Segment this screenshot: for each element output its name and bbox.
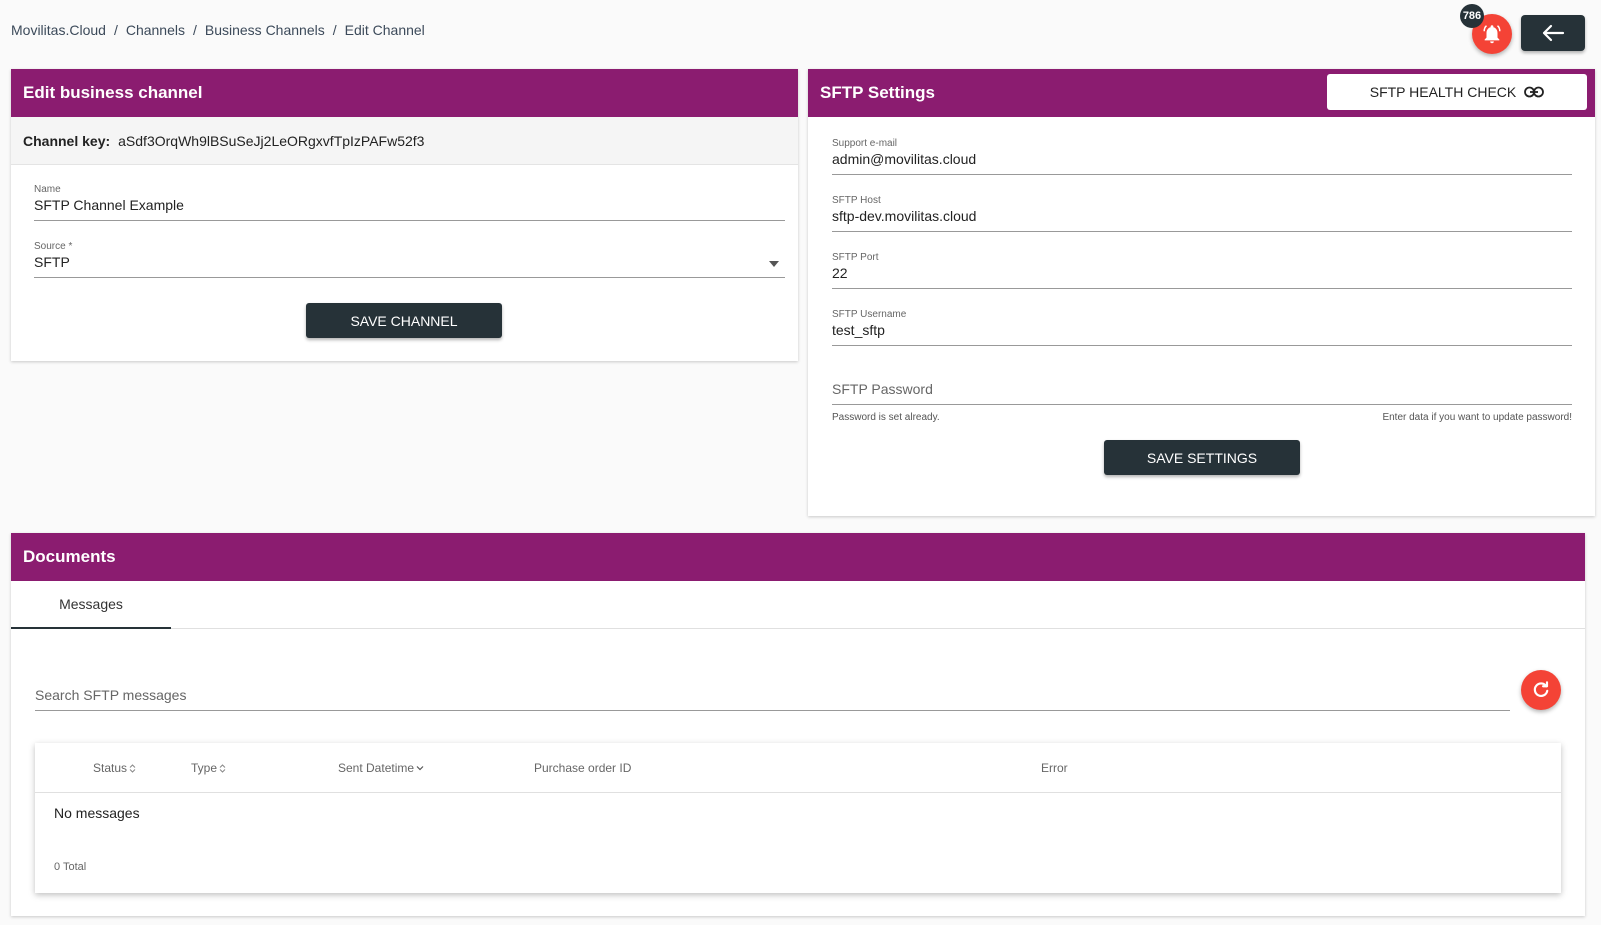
sort-both-icon	[129, 763, 136, 773]
channel-key-label: Channel key:	[23, 132, 111, 149]
column-header-label: Status	[93, 761, 128, 775]
name-label: Name	[34, 184, 61, 195]
sftp-username-label: SFTP Username	[832, 309, 907, 320]
table-header: Status Type Sent Datetime Purchase order…	[35, 743, 1561, 793]
column-header-purchase-order-id: Purchase order ID	[534, 761, 631, 775]
sftp-username-input[interactable]: test_sftp	[832, 322, 1572, 346]
sftp-settings-card: SFTP Settings SFTP HEALTH CHECK Support …	[808, 69, 1595, 516]
documents-tabs: Messages	[11, 581, 1585, 629]
column-header-error: Error	[1041, 761, 1068, 775]
breadcrumb: Movilitas.Cloud / Channels / Business Ch…	[11, 22, 425, 38]
sort-both-icon	[219, 763, 226, 773]
sftp-password-field[interactable]: SFTP Password	[832, 379, 1572, 405]
breadcrumb-separator: /	[192, 22, 197, 38]
source-label: Source *	[34, 241, 73, 252]
sort-down-icon	[416, 766, 424, 771]
notification-count-badge: 786	[1460, 4, 1484, 28]
empty-message: No messages	[54, 805, 140, 821]
bell-icon	[1483, 25, 1501, 44]
support-email-label: Support e-mail	[832, 138, 898, 149]
sftp-port-label: SFTP Port	[832, 252, 879, 263]
sftp-host-label: SFTP Host	[832, 195, 881, 206]
messages-table: Status Type Sent Datetime Purchase order…	[35, 743, 1561, 893]
breadcrumb-separator: /	[332, 22, 337, 38]
sftp-host-field[interactable]: SFTP Host sftp-dev.movilitas.cloud	[832, 195, 1572, 232]
save-channel-button[interactable]: SAVE CHANNEL	[306, 303, 502, 338]
arrow-left-icon	[1542, 24, 1565, 42]
column-header-label: Purchase order ID	[534, 761, 632, 775]
sftp-password-input[interactable]: SFTP Password	[832, 381, 1572, 405]
notification-button[interactable]: 786	[1460, 4, 1512, 54]
sftp-settings-title: SFTP Settings	[820, 83, 935, 102]
edit-channel-card: Edit business channel Channel key: aSdf3…	[11, 69, 798, 361]
column-header-status[interactable]: Status	[93, 761, 136, 775]
documents-card: Documents Messages Search SFTP messages …	[11, 533, 1585, 916]
column-header-label: Sent Datetime	[338, 761, 415, 775]
breadcrumb-item-business-channels[interactable]: Business Channels	[205, 22, 325, 38]
edit-channel-title: Edit business channel	[11, 69, 798, 117]
breadcrumb-separator: /	[113, 22, 118, 38]
sftp-health-check-button[interactable]: SFTP HEALTH CHECK	[1327, 74, 1587, 110]
source-selected-value: SFTP	[34, 254, 70, 270]
channel-key-value: aSdf3OrqWh9lBSuSeJj2LeORgxvfTpIzPAFw52f3	[118, 132, 425, 149]
breadcrumb-item-channels[interactable]: Channels	[126, 22, 185, 38]
sftp-port-input[interactable]: 22	[832, 265, 1572, 289]
breadcrumb-item-home[interactable]: Movilitas.Cloud	[11, 22, 106, 38]
sftp-settings-header: SFTP Settings SFTP HEALTH CHECK	[808, 69, 1595, 117]
name-input[interactable]: SFTP Channel Example	[34, 197, 785, 221]
source-select[interactable]: SFTP	[34, 254, 785, 278]
column-header-label: Error	[1041, 761, 1068, 775]
refresh-button[interactable]	[1521, 670, 1561, 710]
support-email-field[interactable]: Support e-mail admin@movilitas.cloud	[832, 138, 1572, 175]
password-hint-right: Enter data if you want to update passwor…	[1382, 412, 1572, 423]
sftp-port-field[interactable]: SFTP Port 22	[832, 252, 1572, 289]
column-header-sent-datetime[interactable]: Sent Datetime	[338, 761, 424, 775]
source-field[interactable]: Source * SFTP	[34, 241, 785, 278]
sftp-username-field[interactable]: SFTP Username test_sftp	[832, 309, 1572, 346]
support-email-input[interactable]: admin@movilitas.cloud	[832, 151, 1572, 175]
back-button[interactable]	[1521, 15, 1585, 51]
link-icon	[1524, 86, 1545, 98]
sftp-health-check-label: SFTP HEALTH CHECK	[1369, 84, 1517, 100]
breadcrumb-item-current: Edit Channel	[344, 22, 425, 38]
sftp-host-input[interactable]: sftp-dev.movilitas.cloud	[832, 208, 1572, 232]
tab-messages[interactable]: Messages	[11, 581, 171, 629]
channel-key-row: Channel key: aSdf3OrqWh9lBSuSeJj2LeORgxv…	[11, 117, 798, 165]
password-hint-left: Password is set already.	[832, 412, 940, 423]
caret-down-icon	[769, 261, 779, 267]
refresh-icon	[1533, 681, 1549, 697]
search-messages-input[interactable]: Search SFTP messages	[35, 683, 1510, 711]
column-header-label: Type	[191, 761, 218, 775]
save-settings-button[interactable]: SAVE SETTINGS	[1104, 440, 1300, 475]
name-field[interactable]: Name SFTP Channel Example	[34, 184, 785, 221]
documents-title: Documents	[11, 533, 1585, 581]
column-header-type[interactable]: Type	[191, 761, 226, 775]
total-count: 0 Total	[54, 861, 87, 873]
